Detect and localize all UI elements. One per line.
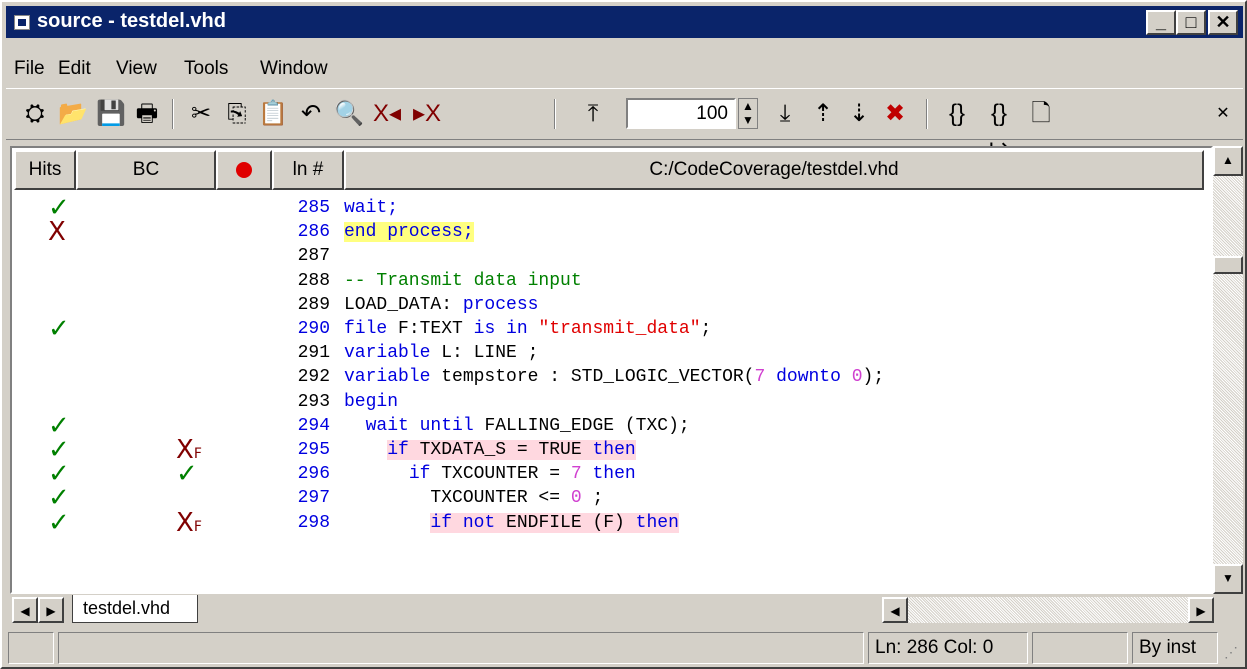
- code-text: variable L: LINE ;: [344, 343, 539, 364]
- source-window: source - testdel.vhd _ □ ✕ File Edit Vie…: [0, 0, 1247, 669]
- line-number: 292: [297, 367, 330, 388]
- scroll-left-button[interactable]: ◀: [882, 597, 908, 623]
- line-number: 288: [297, 270, 330, 291]
- toolbar-separator: [554, 99, 556, 129]
- code-line[interactable]: 287: [12, 244, 1202, 268]
- prev-miss-icon[interactable]: X◂: [370, 97, 404, 131]
- scroll-right-button[interactable]: ▶: [1188, 597, 1214, 623]
- scroll-up-button[interactable]: ▲: [1213, 146, 1243, 176]
- status-pane-empty: [1032, 632, 1128, 664]
- step-over-icon[interactable]: {}↦: [982, 97, 1016, 161]
- code-line[interactable]: ✓ XF 298 if not ENDFILE (F) then: [12, 510, 1202, 536]
- step-into-icon[interactable]: {}: [940, 97, 974, 131]
- code-line[interactable]: 288 -- Transmit data input: [12, 269, 1202, 293]
- code-text: if not ENDFILE (F) then: [430, 512, 679, 533]
- source-editor[interactable]: Hits BC ln # C:/CodeCoverage/testdel.vhd…: [10, 146, 1213, 594]
- next-miss-icon[interactable]: ▸X: [410, 97, 444, 131]
- code-text: file F:TEXT is in "transmit_data";: [344, 319, 712, 339]
- menu-edit[interactable]: Edit: [58, 58, 91, 80]
- scroll-thumb[interactable]: [1213, 256, 1243, 274]
- code-line[interactable]: X 286 end process;: [12, 219, 1202, 245]
- maximize-button[interactable]: □: [1176, 10, 1206, 35]
- code-text: if TXCOUNTER = 7 then: [408, 464, 636, 485]
- line-number: 298: [297, 512, 330, 533]
- window-icon[interactable]: [14, 15, 30, 30]
- tab-bar: ◀ ▶ testdel.vhd ◀ ▶: [10, 595, 1243, 625]
- close-toolbar-button[interactable]: ✕: [1206, 97, 1240, 131]
- tab-scroll-right-button[interactable]: ▶: [38, 597, 64, 623]
- title-bar[interactable]: source - testdel.vhd _ □ ✕: [6, 6, 1243, 38]
- code-text: if TXDATA_S = TRUE then: [387, 440, 636, 460]
- save-icon[interactable]: 💾: [94, 97, 128, 131]
- window-title: source - testdel.vhd: [37, 10, 226, 32]
- code-line[interactable]: 293 begin: [12, 390, 1202, 414]
- close-button[interactable]: ✕: [1208, 10, 1238, 35]
- column-header-breakpoint[interactable]: [216, 150, 272, 190]
- menu-window[interactable]: Window: [260, 58, 328, 80]
- code-text: TXCOUNTER <= 0 ;: [344, 488, 604, 509]
- new-document-icon[interactable]: 🗋: [1024, 97, 1058, 131]
- line-number: 297: [297, 488, 330, 509]
- step-down-icon[interactable]: ⇣: [842, 97, 876, 131]
- code-text: begin: [344, 391, 399, 412]
- copy-icon[interactable]: ⎘: [220, 97, 254, 131]
- line-number: 287: [297, 246, 330, 267]
- code-line[interactable]: ✓ ✓ 296 if TXCOUNTER = 7 then: [12, 461, 1202, 487]
- status-pane-message: [58, 632, 864, 664]
- find-icon[interactable]: 🔍: [332, 97, 366, 131]
- line-number: 291: [297, 343, 330, 364]
- print-icon[interactable]: 🖶: [130, 97, 164, 131]
- code-line[interactable]: ✓ 297 TXCOUNTER <= 0 ;: [12, 485, 1202, 511]
- menu-file[interactable]: File: [14, 58, 45, 80]
- code-text: wait;: [344, 198, 399, 218]
- toolbar: ⛭ 📂 💾 🖶 ✂ ⎘ 📋 ↶ 🔍 X◂ ▸X ⤒ 100 ▲ ▼ ⤓ ⇡ ⇣ ✖…: [6, 88, 1243, 161]
- zoom-input[interactable]: 100: [626, 98, 736, 129]
- scroll-track[interactable]: [1213, 176, 1243, 564]
- status-pane-1: [8, 632, 54, 664]
- resize-grip-icon[interactable]: ⋰: [1224, 644, 1238, 661]
- code-line[interactable]: ✓ 285 wait;: [12, 195, 1202, 221]
- tab-testdel[interactable]: testdel.vhd: [72, 595, 198, 623]
- status-bar: Ln: 286 Col: 0 By inst ⋰: [6, 630, 1243, 666]
- breakpoint-icon: [236, 161, 252, 178]
- toolbar-separator: [926, 99, 928, 129]
- line-number: 293: [297, 391, 330, 412]
- column-header-file-path[interactable]: C:/CodeCoverage/testdel.vhd: [344, 150, 1204, 190]
- paste-icon[interactable]: 📋: [256, 97, 290, 131]
- code-text: -- Transmit data input: [344, 270, 582, 291]
- code-line[interactable]: 289 LOAD_DATA: process: [12, 293, 1202, 317]
- status-cursor-position: Ln: 286 Col: 0: [868, 632, 1028, 664]
- line-number: 286: [297, 222, 330, 243]
- menu-bar: File Edit View Tools Window: [6, 54, 1243, 84]
- clear-marks-icon[interactable]: ✖: [878, 97, 912, 131]
- code-text: LOAD_DATA: process: [344, 294, 539, 315]
- line-number: 290: [297, 319, 330, 339]
- scroll-down-button[interactable]: ▼: [1213, 564, 1243, 594]
- tab-scroll-left-button[interactable]: ◀: [12, 597, 38, 623]
- toolbar-separator: [172, 99, 174, 129]
- code-line[interactable]: 291 variable L: LINE ;: [12, 341, 1202, 365]
- undo-icon[interactable]: ↶: [294, 97, 328, 131]
- column-header-line-number[interactable]: ln #: [272, 150, 344, 190]
- column-header-bc[interactable]: BC: [76, 150, 216, 190]
- code-line[interactable]: 292 variable tempstore : STD_LOGIC_VECTOR…: [12, 365, 1202, 389]
- vertical-scrollbar[interactable]: ▲ ▼: [1213, 146, 1243, 594]
- horizontal-scrollbar[interactable]: ◀ ▶: [882, 597, 1214, 623]
- zoom-spinner[interactable]: ▲ ▼: [738, 98, 758, 129]
- goto-bottom-icon[interactable]: ⤓: [768, 97, 802, 131]
- code-line[interactable]: ✓ 290 file F:TEXT is in "transmit_data";: [12, 316, 1202, 342]
- code-text: wait until FALLING_EDGE (TXC);: [365, 415, 690, 436]
- code-text: variable tempstore : STD_LOGIC_VECTOR(7 …: [344, 367, 885, 388]
- compile-icon[interactable]: ⛭: [18, 97, 52, 131]
- cut-icon[interactable]: ✂: [184, 97, 218, 131]
- status-mode: By inst: [1132, 632, 1218, 664]
- code-text: end process;: [344, 222, 474, 243]
- step-up-icon[interactable]: ⇡: [806, 97, 840, 131]
- goto-top-icon[interactable]: ⤒: [576, 97, 610, 131]
- minimize-button[interactable]: _: [1146, 10, 1176, 35]
- open-folder-icon[interactable]: 📂: [56, 97, 90, 131]
- menu-view[interactable]: View: [116, 58, 157, 80]
- column-header-hits[interactable]: Hits: [14, 150, 76, 190]
- menu-tools[interactable]: Tools: [184, 58, 228, 80]
